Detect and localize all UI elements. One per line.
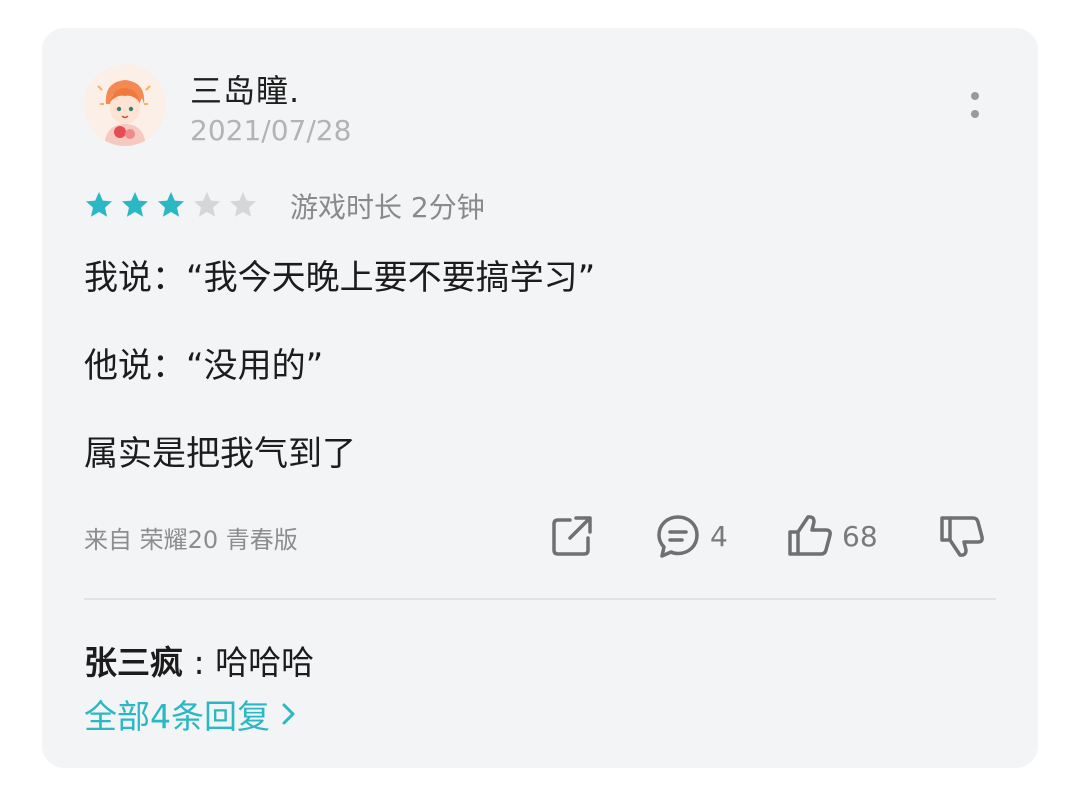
- dislike-button[interactable]: [938, 510, 986, 562]
- star-rating: [84, 190, 258, 222]
- all-replies-label: 全部4条回复: [84, 697, 270, 736]
- star-filled-icon: [86, 192, 112, 217]
- share-external-icon: [552, 516, 592, 556]
- device-source: 来自 荣耀20 青春版: [84, 526, 298, 554]
- review-text-line: 属实是把我气到了: [84, 434, 356, 474]
- review-date: 2021/07/28: [190, 114, 352, 147]
- reply-author: 张三疯: [84, 643, 183, 682]
- reply-preview[interactable]: 张三疯 : 哈哈哈: [84, 636, 314, 684]
- thumbs-down-icon: [940, 516, 984, 557]
- comment-count: 4: [710, 519, 728, 553]
- thumbs-up-icon: [788, 515, 832, 556]
- comment-bubble-icon: [657, 515, 699, 558]
- like-button[interactable]: 68: [786, 510, 878, 562]
- reply-text: 哈哈哈: [215, 643, 315, 682]
- all-replies-link[interactable]: 全部4条回复: [84, 690, 298, 738]
- share-button[interactable]: [548, 510, 596, 562]
- more-vertical-icon: [971, 92, 979, 100]
- playtime-label: 游戏时长 2分钟: [290, 191, 485, 224]
- review-text-line: 我说：“我今天晚上要不要搞学习”: [84, 258, 596, 298]
- comment-button[interactable]: 4: [654, 510, 728, 562]
- like-count: 68: [842, 519, 878, 553]
- reply-separator: :: [183, 643, 216, 682]
- chevron-right-icon: [282, 703, 295, 725]
- divider: [84, 598, 996, 600]
- user-avatar[interactable]: [84, 64, 166, 146]
- star-empty-icon: [230, 192, 256, 217]
- more-options-button[interactable]: [960, 88, 990, 128]
- username[interactable]: 三岛瞳.: [190, 66, 300, 112]
- review-text-line: 他说：“没用的”: [84, 346, 324, 386]
- star-filled-icon: [158, 192, 184, 217]
- star-filled-icon: [122, 192, 148, 217]
- star-empty-icon: [194, 192, 220, 217]
